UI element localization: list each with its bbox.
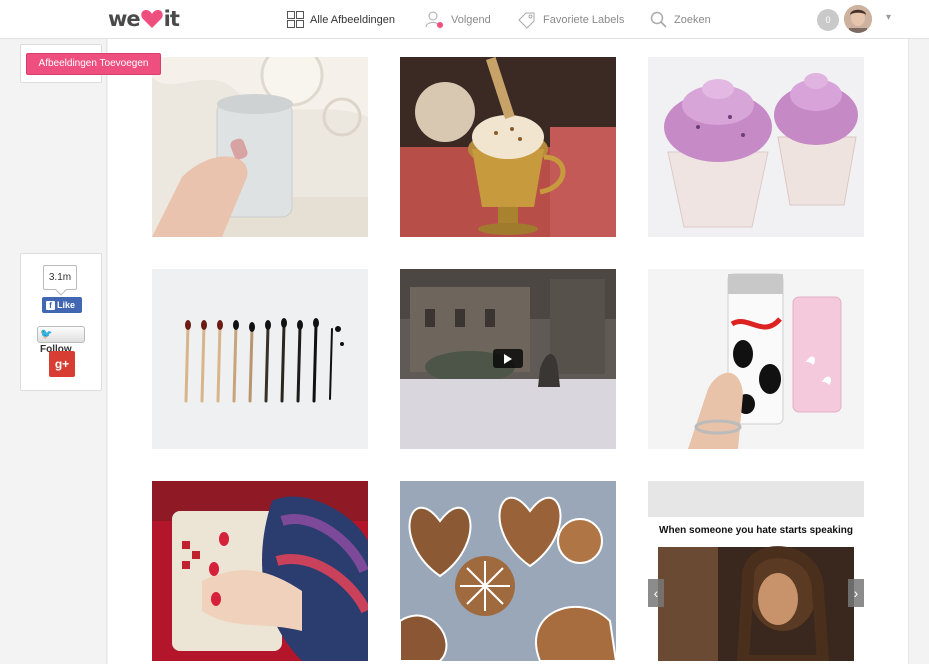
tag-icon xyxy=(518,12,535,29)
facebook-like-label: Like xyxy=(57,300,76,310)
notification-count-badge[interactable]: 0 xyxy=(817,9,839,31)
account-menu-caret[interactable]: ▾ xyxy=(886,12,891,23)
carousel-tile[interactable]: When someone you hate starts speaking ‹ … xyxy=(648,481,864,661)
image-tile[interactable] xyxy=(648,269,864,449)
image-tile[interactable] xyxy=(400,57,616,237)
carousel-next-arrow-icon[interactable]: › xyxy=(848,579,864,607)
add-images-button[interactable]: Afbeeldingen Toevoegen xyxy=(26,53,161,75)
nav-search-label: Zoeken xyxy=(674,13,711,26)
weheartit-logo[interactable]: we it xyxy=(108,7,180,31)
image-tile[interactable] xyxy=(152,57,368,237)
share-count-bubble: 3.1m xyxy=(43,265,77,290)
image-tile[interactable] xyxy=(648,57,864,237)
image-tile[interactable] xyxy=(152,481,368,661)
tile-image-matches xyxy=(152,269,368,449)
user-avatar[interactable] xyxy=(844,5,872,33)
nav-following-label: Volgend xyxy=(451,13,491,26)
nav-search[interactable]: Zoeken xyxy=(650,0,711,39)
avatar-portrait-icon xyxy=(844,5,872,33)
top-navigation-bar: we it Alle Afbeeldingen Volgend Favoriet… xyxy=(0,0,929,39)
nav-following[interactable]: Volgend xyxy=(425,0,491,39)
meme-caption: When someone you hate starts speaking xyxy=(659,525,853,536)
twitter-follow-button[interactable]: 🐦Follow xyxy=(37,326,85,355)
nav-all-images[interactable]: Alle Afbeeldingen xyxy=(287,0,395,39)
googleplus-icon[interactable]: g+ xyxy=(49,351,75,377)
people-icon xyxy=(425,11,443,28)
twitter-bird-icon: 🐦 xyxy=(40,329,53,340)
image-tile[interactable] xyxy=(152,269,368,449)
nav-all-images-label: Alle Afbeeldingen xyxy=(310,13,396,26)
tile-image-cola-cans xyxy=(648,269,864,449)
nav-favorite-labels-label: Favoriete Labels xyxy=(543,13,625,26)
tile-image-cream-drink xyxy=(400,57,616,237)
video-tile[interactable] xyxy=(400,269,616,449)
facebook-like-button[interactable]: f Like xyxy=(42,297,82,313)
tile-image-mittens-mug xyxy=(152,481,368,661)
tile-image-meme-gif xyxy=(648,481,864,661)
carousel-prev-arrow-icon[interactable]: ‹ xyxy=(648,579,664,607)
nav-favorite-labels[interactable]: Favoriete Labels xyxy=(517,0,624,39)
right-gutter xyxy=(908,39,929,664)
search-icon xyxy=(650,11,667,28)
heart-icon xyxy=(140,10,163,28)
tile-image-gingerbread xyxy=(400,481,616,661)
tile-image-cupcakes xyxy=(648,57,864,237)
share-widget: 3.1m f Like 🐦Follow g+ xyxy=(20,253,102,391)
grid-icon xyxy=(287,11,304,28)
logo-text-we: we xyxy=(108,7,141,31)
facebook-icon: f xyxy=(46,301,55,310)
logo-text-it: it xyxy=(163,7,180,31)
play-button-icon[interactable] xyxy=(493,349,523,368)
image-tile[interactable] xyxy=(400,481,616,661)
tile-image-hand-can xyxy=(152,57,368,237)
